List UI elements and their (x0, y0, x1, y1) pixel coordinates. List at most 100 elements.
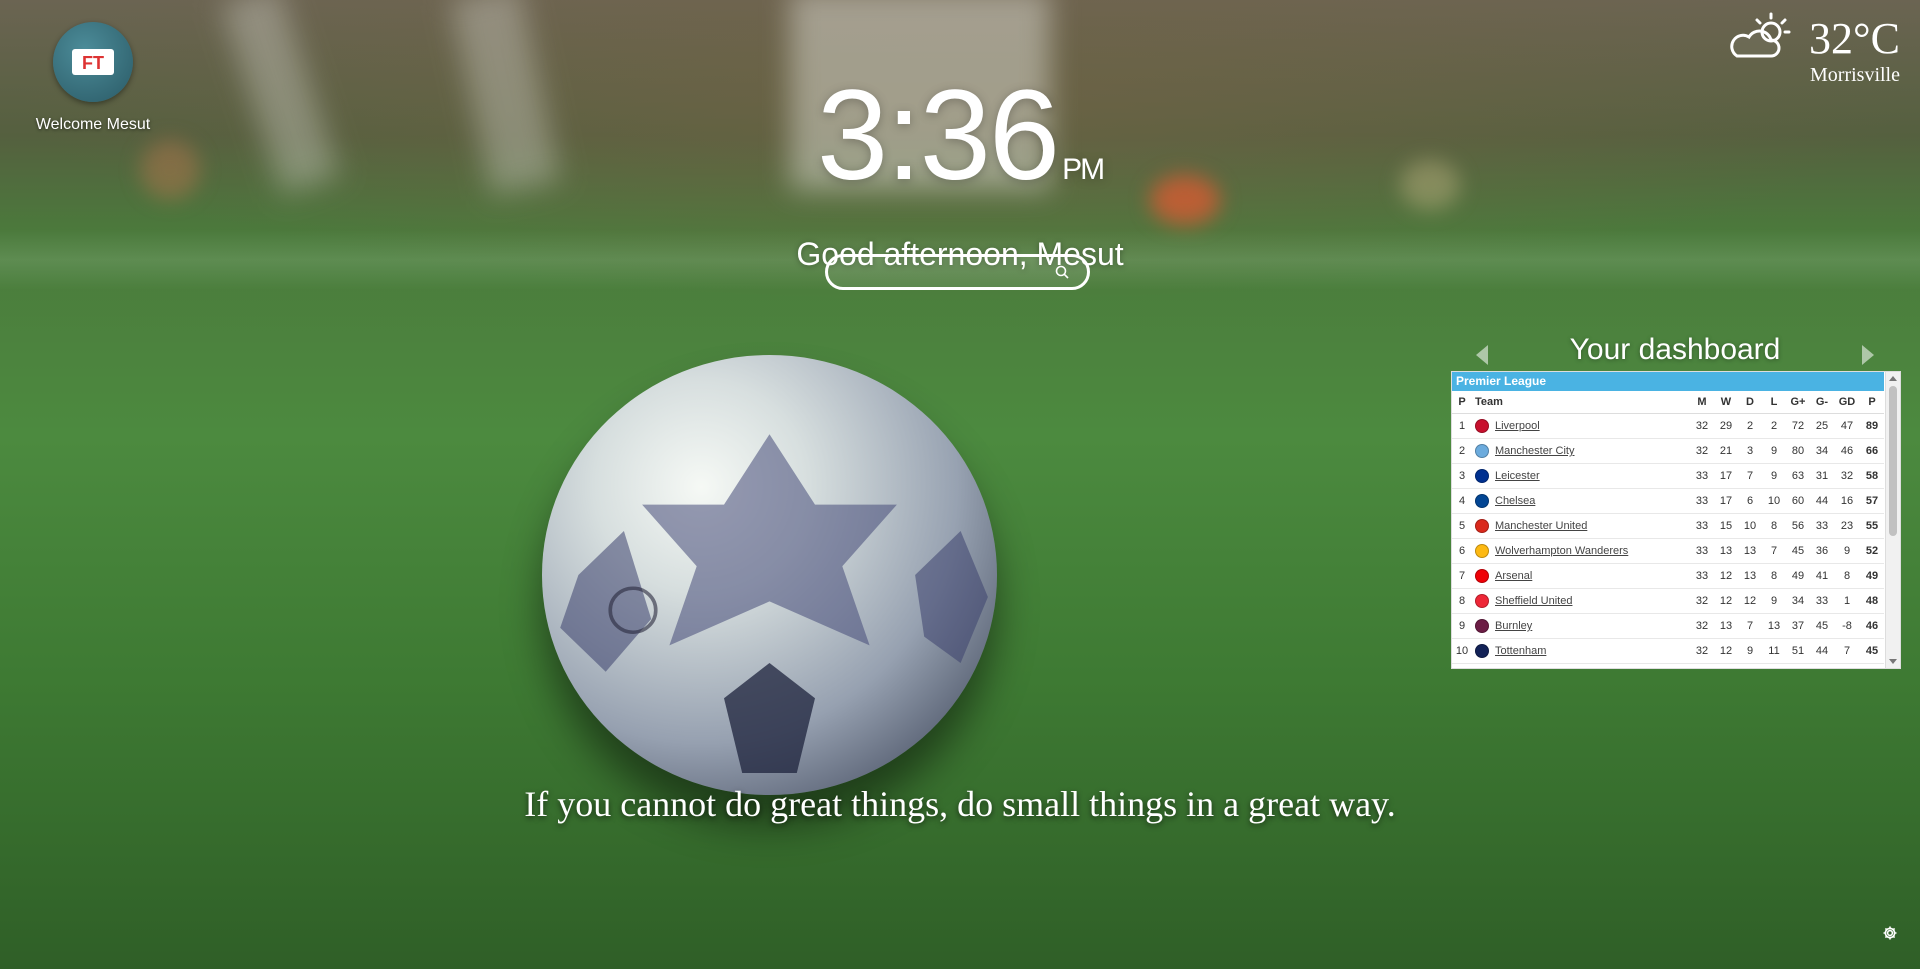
row-team: Chelsea (1472, 488, 1690, 514)
team-link[interactable]: Leicester (1495, 470, 1540, 482)
league-table-body: 1 Liverpool 32 29 2 2 72 25 47 89 2 Manchester City… (1452, 413, 1884, 664)
row-draws: 7 (1738, 463, 1762, 489)
search-input[interactable] (840, 261, 1044, 285)
row-position: 5 (1452, 513, 1472, 539)
row-position: 1 (1452, 413, 1472, 439)
team-crest-icon (1475, 569, 1489, 583)
team-link[interactable]: Liverpool (1495, 420, 1540, 432)
team-link[interactable]: Chelsea (1495, 495, 1535, 507)
row-goal-difference: 1 (1834, 588, 1860, 614)
row-draws: 6 (1738, 488, 1762, 514)
row-goal-difference: 47 (1834, 413, 1860, 439)
weather-widget[interactable]: 32°C Morrisville (1727, 10, 1900, 87)
clock-time: 3:36 (816, 64, 1060, 207)
search-box[interactable] (825, 254, 1090, 290)
col-goals-for: G+ (1786, 391, 1810, 414)
row-team: Manchester United (1472, 513, 1690, 539)
row-points: 57 (1860, 488, 1884, 514)
league-table-widget[interactable]: Premier League P Team M W D L G+ G- GD P… (1451, 371, 1901, 669)
team-link[interactable]: Manchester United (1495, 520, 1587, 532)
row-losses: 2 (1762, 413, 1786, 439)
row-wins: 12 (1714, 638, 1738, 664)
partly-cloudy-icon (1730, 12, 1791, 58)
table-row: 10 Tottenham 32 12 9 11 51 44 7 45 (1452, 638, 1884, 664)
row-wins: 12 (1714, 563, 1738, 589)
col-losses: L (1762, 391, 1786, 414)
row-goal-difference: 32 (1834, 463, 1860, 489)
row-goals-for: 72 (1786, 413, 1810, 439)
soccer-ball-image (542, 355, 997, 795)
table-row: 5 Manchester United 33 15 10 8 56 33 23 55 (1452, 513, 1884, 539)
row-wins: 17 (1714, 488, 1738, 514)
table-scrollbar[interactable] (1885, 372, 1900, 668)
row-team: Tottenham (1472, 638, 1690, 664)
scroll-up-arrow[interactable] (1889, 376, 1897, 381)
row-points: 58 (1860, 463, 1884, 489)
row-losses: 8 (1762, 563, 1786, 589)
row-draws: 10 (1738, 513, 1762, 539)
row-goals-for: 80 (1786, 438, 1810, 464)
row-goal-difference: 8 (1834, 563, 1860, 589)
row-losses: 11 (1762, 638, 1786, 664)
team-crest-icon (1475, 644, 1489, 658)
row-matches: 33 (1690, 538, 1714, 564)
row-team: Liverpool (1472, 413, 1690, 439)
row-goal-difference: 16 (1834, 488, 1860, 514)
row-goals-against: 45 (1810, 613, 1834, 639)
row-points: 55 (1860, 513, 1884, 539)
search-icon[interactable] (1055, 265, 1069, 279)
row-goals-against: 36 (1810, 538, 1834, 564)
row-draws: 7 (1738, 613, 1762, 639)
row-team: Leicester (1472, 463, 1690, 489)
row-points: 45 (1860, 638, 1884, 664)
table-row: 2 Manchester City 32 21 3 9 80 34 46 66 (1452, 438, 1884, 464)
league-table-header: P Team M W D L G+ G- GD P (1452, 391, 1884, 414)
col-team: Team (1472, 391, 1690, 414)
table-row: 1 Liverpool 32 29 2 2 72 25 47 89 (1452, 413, 1884, 439)
row-goals-for: 60 (1786, 488, 1810, 514)
row-goals-against: 33 (1810, 513, 1834, 539)
team-crest-icon (1475, 519, 1489, 533)
team-link[interactable]: Arsenal (1495, 570, 1532, 582)
row-goal-difference: -8 (1834, 613, 1860, 639)
dashboard-next-arrow[interactable] (1862, 345, 1874, 365)
row-goals-for: 37 (1786, 613, 1810, 639)
row-wins: 13 (1714, 538, 1738, 564)
scroll-thumb[interactable] (1889, 386, 1897, 536)
team-link[interactable]: Tottenham (1495, 645, 1546, 657)
row-matches: 33 (1690, 463, 1714, 489)
row-draws: 9 (1738, 638, 1762, 664)
team-link[interactable]: Burnley (1495, 620, 1532, 632)
row-draws: 2 (1738, 413, 1762, 439)
row-losses: 9 (1762, 438, 1786, 464)
row-position: 4 (1452, 488, 1472, 514)
scroll-down-arrow[interactable] (1889, 659, 1897, 664)
row-goals-against: 25 (1810, 413, 1834, 439)
team-link[interactable]: Wolverhampton Wanderers (1495, 545, 1628, 557)
team-crest-icon (1475, 419, 1489, 433)
row-goals-for: 63 (1786, 463, 1810, 489)
row-points: 48 (1860, 588, 1884, 614)
table-row: 3 Leicester 33 17 7 9 63 31 32 58 (1452, 463, 1884, 489)
clock-time-row: 3:36 PM (0, 72, 1920, 234)
row-goal-difference: 9 (1834, 538, 1860, 564)
row-draws: 3 (1738, 438, 1762, 464)
row-goals-for: 49 (1786, 563, 1810, 589)
row-losses: 10 (1762, 488, 1786, 514)
col-wins: W (1714, 391, 1738, 414)
weather-city: Morrisville (1810, 64, 1900, 86)
team-link[interactable]: Sheffield United (1495, 595, 1572, 607)
row-losses: 7 (1762, 538, 1786, 564)
row-position: 7 (1452, 563, 1472, 589)
row-position: 9 (1452, 613, 1472, 639)
team-crest-icon (1475, 469, 1489, 483)
row-goals-against: 44 (1810, 638, 1834, 664)
row-goals-against: 33 (1810, 588, 1834, 614)
team-link[interactable]: Manchester City (1495, 445, 1574, 457)
row-draws: 13 (1738, 538, 1762, 564)
table-row: 7 Arsenal 33 12 13 8 49 41 8 49 (1452, 563, 1884, 589)
row-goal-difference: 7 (1834, 638, 1860, 664)
league-name: Premier League (1452, 372, 1884, 391)
row-wins: 17 (1714, 463, 1738, 489)
gear-icon[interactable] (1882, 925, 1898, 941)
